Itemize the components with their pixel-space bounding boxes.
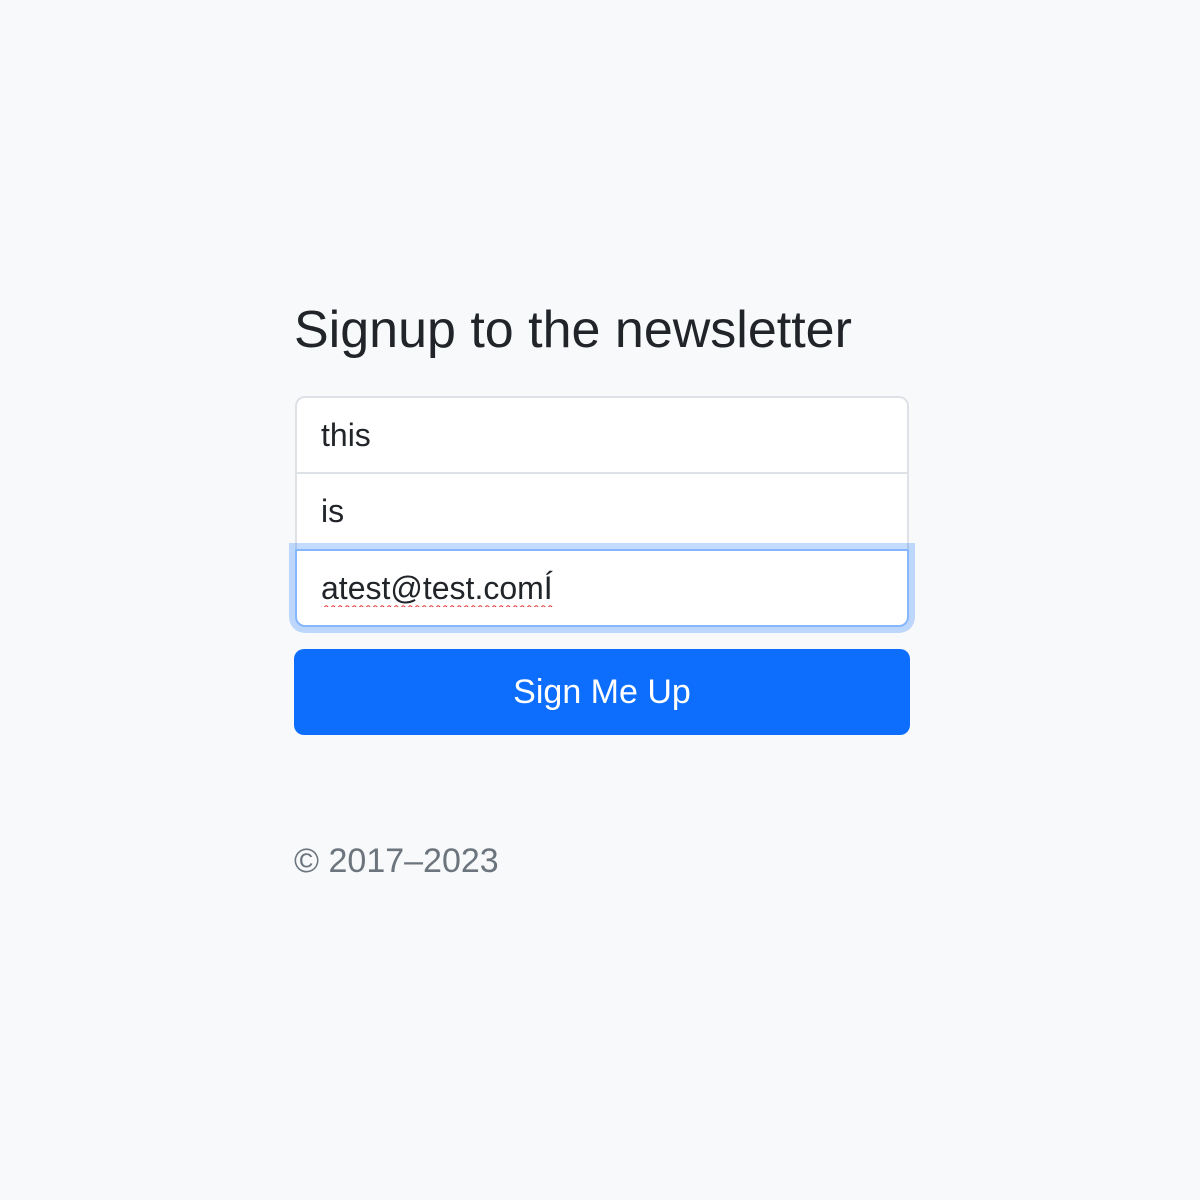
page: Signup to the newsletter Sign Me Up © 20… bbox=[0, 0, 1200, 1200]
field-group bbox=[294, 396, 910, 627]
copyright-text: © 2017–2023 bbox=[294, 842, 499, 880]
sign-me-up-button[interactable]: Sign Me Up bbox=[294, 649, 910, 735]
signup-form: Signup to the newsletter Sign Me Up bbox=[294, 296, 910, 735]
second-field[interactable] bbox=[295, 473, 909, 549]
form-title: Signup to the newsletter bbox=[294, 301, 852, 359]
first-field[interactable] bbox=[295, 396, 909, 473]
email-field[interactable] bbox=[295, 549, 909, 627]
